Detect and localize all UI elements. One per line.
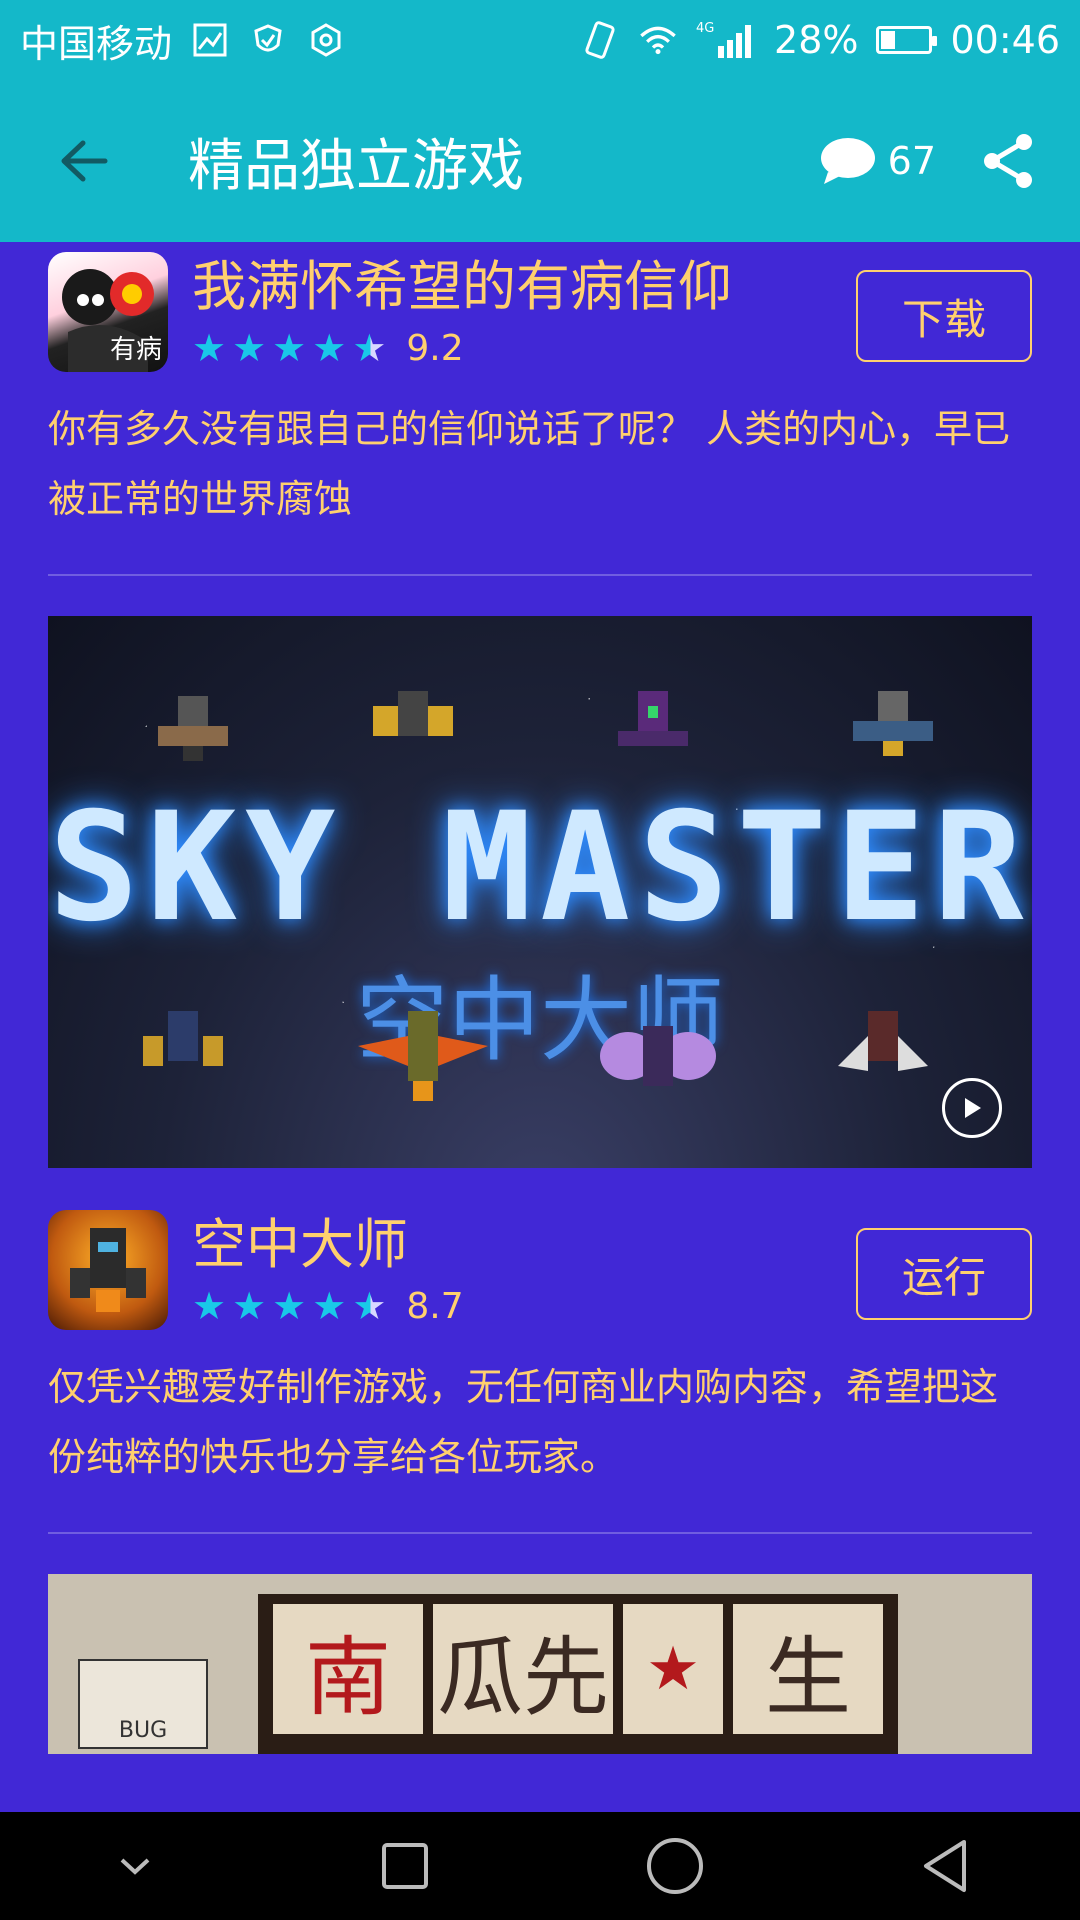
status-right: 4G 28% 00:46 [580,18,1060,62]
circle-icon [647,1838,703,1894]
title-cell: 生 [733,1604,883,1734]
icon-label: 有病 [109,335,162,365]
network-type-label: 4G [696,21,714,36]
bug-label: BUG [118,1718,168,1743]
comment-count: 67 [887,139,936,183]
collapse-button[interactable] [90,1821,180,1911]
back-button[interactable] [40,117,128,205]
status-bar: 中国移动 4G 28% 00:46 [0,0,1080,80]
star-icon: ★ [312,326,347,370]
game-description: 仅凭兴趣爱好制作游戏，无任何商业内购内容，希望把这份纯粹的快乐也分享给各位玩家。 [48,1365,999,1479]
spaceship-icon [853,691,933,756]
title-cell: 瓜先 [433,1604,613,1734]
spaceship-icon [373,691,453,736]
play-button[interactable] [942,1078,1002,1138]
battery-icon [876,26,938,54]
rating-score: 9.2 [406,327,464,369]
title-cell: ★ [623,1604,723,1734]
app-bar-actions: 67 [818,129,1040,193]
speech-bubble-icon [820,138,875,184]
spaceship-icon [358,1011,488,1101]
divider [48,574,1032,576]
banner-title: SKY MASTER [48,781,1032,955]
download-button[interactable]: 下载 [856,270,1032,362]
next-game-banner[interactable]: BUG 南 瓜先 ★ 生 [48,1574,1032,1754]
wifi-icon [638,20,678,60]
arrow-left-icon [61,140,108,182]
half-star-icon: ★ [352,326,387,370]
rating-score: 8.7 [406,1285,464,1327]
battery-level [881,31,896,49]
star-icon: ★ [312,1284,347,1328]
app-bar: 精品独立游戏 67 [0,80,1080,242]
star-icon: ★ [192,326,227,370]
game-info: 空中大师 ★ ★ ★ ★ ★ 8.7 [192,1210,856,1328]
page-title: 精品独立游戏 [188,133,524,199]
carrier-label: 中国移动 [20,21,173,66]
recents-button[interactable] [360,1821,450,1911]
game-header: 有病 我满怀希望的有病信仰 ★ ★ ★ ★ ★ 9.2 下载 [48,252,1032,372]
divider [48,1532,1032,1534]
rating: ★ ★ ★ ★ ★ 8.7 [192,1284,856,1328]
triangle-back-icon [924,1840,966,1892]
play-icon [965,1098,981,1118]
star-icon: ★ [192,1284,227,1328]
game-entry[interactable]: 空中大师 ★ ★ ★ ★ ★ 8.7 运行 仅凭兴趣爱好制作游戏，无任何商业内购… [0,1168,1080,1492]
star-icon: ★ [272,1284,307,1328]
run-button[interactable]: 运行 [856,1228,1032,1320]
spaceship-icon [838,1011,928,1071]
comment-button[interactable]: 67 [818,136,936,186]
game-header: 空中大师 ★ ★ ★ ★ ★ 8.7 运行 [48,1210,1032,1330]
game-info: 我满怀希望的有病信仰 ★ ★ ★ ★ ★ 9.2 [192,252,856,370]
half-star-icon: ★ [352,1284,387,1328]
square-icon [382,1843,428,1889]
title-cell: 南 [273,1604,423,1734]
spaceship-icon [600,1026,716,1086]
shield-icon [248,20,288,60]
navigation-bar [0,1812,1080,1920]
game-name[interactable]: 我满怀希望的有病信仰 [192,252,856,322]
spaceship-icon [70,1228,146,1312]
vibrate-icon [580,20,620,60]
bug-sketch: BUG [78,1659,208,1749]
star-icon: ★ [272,326,307,370]
spaceship-icon [143,1011,223,1066]
spaceship-icon [618,691,688,746]
video-banner[interactable]: SKY MASTER 空中大师 [48,616,1032,1168]
game-icon[interactable]: 有病 [48,252,168,372]
status-left: 中国移动 [20,13,346,68]
share-button[interactable] [976,129,1040,193]
game-name[interactable]: 空中大师 [192,1210,856,1280]
game-icon[interactable] [48,1210,168,1330]
game-description: 你有多久没有跟自己的信仰说话了呢？ 人类的内心，早已被正常的世界腐蚀 [48,407,1011,521]
chevron-down-icon [120,1858,150,1875]
back-nav-button[interactable] [900,1821,990,1911]
spaceship-icon [158,696,228,761]
signal-icon: 4G [696,20,756,60]
game-list[interactable]: 有病 我满怀希望的有病信仰 ★ ★ ★ ★ ★ 9.2 下载 你有多久没有跟自己… [0,242,1080,1812]
battery-percent: 28% [774,18,859,62]
image-icon [190,20,230,60]
rating: ★ ★ ★ ★ ★ 9.2 [192,326,856,370]
star-icon: ★ [232,326,267,370]
star-icon: ★ [232,1284,267,1328]
home-button[interactable] [630,1821,720,1911]
share-icon [984,134,1032,188]
clock: 00:46 [950,18,1060,62]
game-entry[interactable]: 有病 我满怀希望的有病信仰 ★ ★ ★ ★ ★ 9.2 下载 你有多久没有跟自己… [0,242,1080,534]
hexagon-settings-icon [306,20,346,60]
